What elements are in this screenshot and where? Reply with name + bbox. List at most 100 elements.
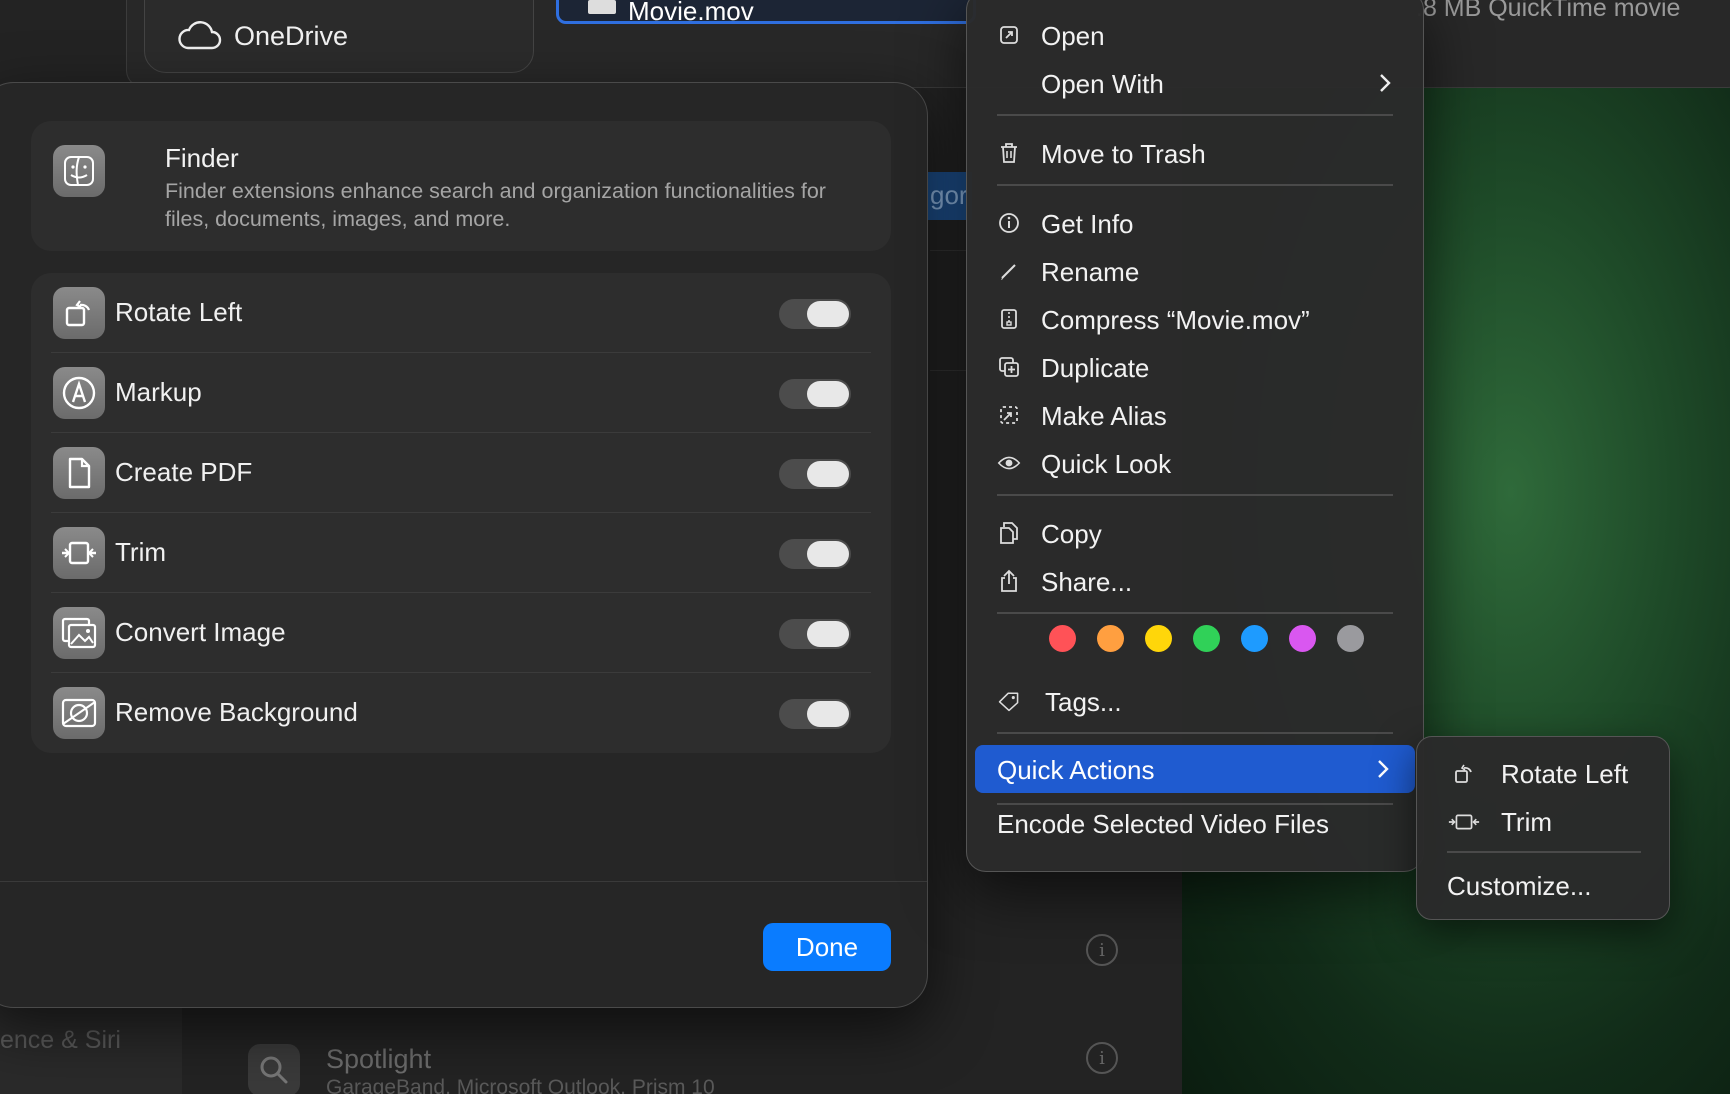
tag-color-orange[interactable] <box>1097 625 1124 652</box>
tag-color-gray[interactable] <box>1337 625 1364 652</box>
menu-item-label: Share... <box>1041 567 1133 597</box>
rotate-left-toggle[interactable] <box>779 299 851 329</box>
info-icon[interactable]: i <box>1086 1042 1118 1074</box>
trim-icon <box>53 527 105 579</box>
quick-actions-list: Rotate Left Markup Create PDF Trim Conve… <box>31 273 891 753</box>
extension-label: Trim <box>115 537 167 567</box>
menu-item-label: Quick Actions <box>997 755 1155 785</box>
spotlight-app-icon <box>248 1044 300 1094</box>
cloud-icon <box>178 21 222 50</box>
sheet-footer-divider <box>0 881 927 882</box>
copy-icon <box>997 521 1021 545</box>
menu-item-open-with[interactable]: Open With <box>967 61 1425 105</box>
menu-item-label: Open <box>1041 21 1105 51</box>
markup-icon <box>53 367 105 419</box>
submenu-item-label: Trim <box>1501 807 1553 837</box>
menu-item-label: Rename <box>1041 257 1140 287</box>
menu-separator <box>997 732 1393 734</box>
share-icon <box>997 569 1021 593</box>
extension-row-remove-background: Remove Background <box>31 673 891 753</box>
photos-icon <box>53 607 105 659</box>
trash-icon <box>997 141 1021 165</box>
toggle-knob <box>807 301 849 327</box>
menu-item-rename[interactable]: Rename <box>967 249 1425 293</box>
context-menu: Open Open With Move to Trash Get Info Re… <box>966 0 1424 872</box>
chevron-right-icon <box>1377 759 1389 784</box>
menu-item-label: Get Info <box>1041 209 1134 239</box>
menu-item-compress[interactable]: Compress “Movie.mov” <box>967 297 1425 341</box>
menu-item-open[interactable]: Open <box>967 13 1425 57</box>
trim-toggle[interactable] <box>779 539 851 569</box>
markup-toggle[interactable] <box>779 379 851 409</box>
submenu-item-trim[interactable]: Trim <box>1417 799 1671 843</box>
menu-item-label: Make Alias <box>1041 401 1167 431</box>
background-partial-label: gor <box>930 180 968 210</box>
open-icon <box>997 23 1021 47</box>
tag-icon <box>997 689 1021 713</box>
menu-item-make-alias[interactable]: Make Alias <box>967 393 1425 437</box>
menu-item-tags[interactable]: Tags... <box>967 679 1425 723</box>
info-glyph: i <box>1099 1047 1105 1069</box>
menu-separator <box>997 494 1393 496</box>
toggle-knob <box>807 381 849 407</box>
extensions-sheet: Finder Finder extensions enhance search … <box>0 82 928 1008</box>
tag-color-green[interactable] <box>1193 625 1220 652</box>
sidebar-item-label: OneDrive <box>234 20 349 51</box>
menu-separator <box>997 184 1393 186</box>
archive-icon <box>997 307 1021 331</box>
menu-item-label: Quick Look <box>1041 449 1172 479</box>
info-glyph: i <box>1099 939 1105 961</box>
menu-item-quick-look[interactable]: Quick Look <box>967 441 1425 485</box>
pencil-icon <box>997 259 1021 283</box>
extension-row-trim: Trim <box>31 513 891 593</box>
menu-item-quick-actions[interactable]: Quick Actions <box>975 745 1415 793</box>
menu-item-move-to-trash[interactable]: Move to Trash <box>967 131 1425 175</box>
remove-background-toggle[interactable] <box>779 699 851 729</box>
submenu-item-label: Rotate Left <box>1501 759 1629 789</box>
sidebar-item-onedrive[interactable]: OneDrive <box>176 20 348 52</box>
menu-item-share[interactable]: Share... <box>967 559 1425 603</box>
submenu-item-customize[interactable]: Customize... <box>1447 871 1592 902</box>
alias-icon <box>997 403 1021 427</box>
eye-icon <box>997 451 1021 475</box>
trim-icon <box>1447 811 1481 833</box>
menu-item-encode-video[interactable]: Encode Selected Video Files <box>997 809 1329 840</box>
toggle-knob <box>807 541 849 567</box>
menu-item-label: Move to Trash <box>1041 139 1206 169</box>
info-circle-icon <box>997 211 1021 235</box>
rotate-left-icon <box>1447 763 1481 785</box>
menu-item-label: Open With <box>1041 69 1164 99</box>
remove-background-icon <box>53 687 105 739</box>
menu-item-duplicate[interactable]: Duplicate <box>967 345 1425 389</box>
tag-color-red[interactable] <box>1049 625 1076 652</box>
tag-color-yellow[interactable] <box>1145 625 1172 652</box>
extension-description: Finder extensions enhance search and org… <box>165 179 826 231</box>
info-icon[interactable]: i <box>1086 934 1118 966</box>
duplicate-icon <box>997 355 1021 379</box>
finder-icon <box>53 145 105 197</box>
toggle-knob <box>807 701 849 727</box>
file-name: Movie.mov <box>628 0 754 26</box>
tag-color-purple[interactable] <box>1289 625 1316 652</box>
tag-color-blue[interactable] <box>1241 625 1268 652</box>
finder-extension-header: Finder Finder extensions enhance search … <box>31 121 891 251</box>
done-button[interactable]: Done <box>763 923 891 971</box>
selected-file-row[interactable] <box>556 0 976 24</box>
quick-actions-submenu: Rotate Left Trim Customize... <box>1416 736 1670 920</box>
menu-item-label: Compress “Movie.mov” <box>1041 305 1310 335</box>
sidebar-item-apple-intelligence-siri[interactable]: ence & Siri <box>0 1026 121 1055</box>
convert-image-toggle[interactable] <box>779 619 851 649</box>
toggle-knob <box>807 621 849 647</box>
extension-title: Finder <box>165 143 239 173</box>
menu-item-label: Duplicate <box>1041 353 1150 383</box>
menu-separator <box>1447 851 1641 853</box>
menu-item-copy[interactable]: Copy <box>967 511 1425 555</box>
menu-separator <box>997 803 1393 805</box>
spotlight-subtitle: GarageBand, Microsoft Outlook, Prism 10 <box>326 1076 715 1094</box>
menu-item-get-info[interactable]: Get Info <box>967 201 1425 245</box>
extension-row-markup: Markup <box>31 353 891 433</box>
document-icon <box>53 447 105 499</box>
menu-separator <box>997 114 1393 116</box>
submenu-item-rotate-left[interactable]: Rotate Left <box>1417 751 1671 795</box>
create-pdf-toggle[interactable] <box>779 459 851 489</box>
